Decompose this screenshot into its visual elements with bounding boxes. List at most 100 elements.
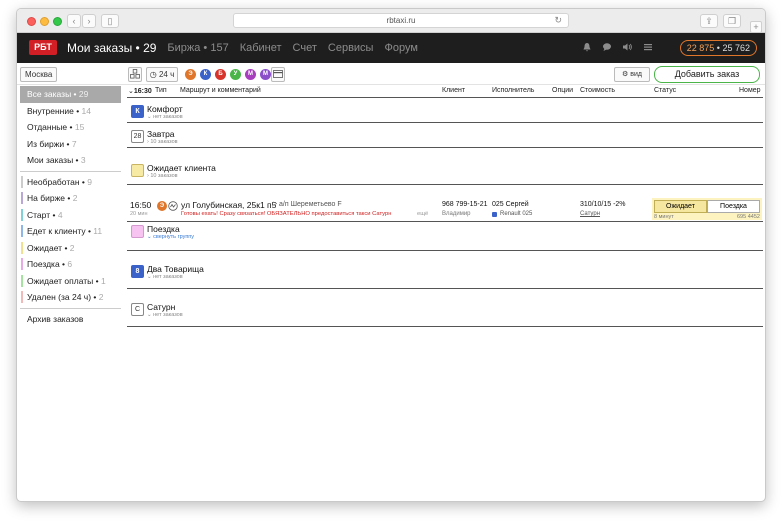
group-title[interactable]: Два Товарища	[147, 264, 204, 274]
route-main[interactable]: ул Голубинская, 25к1 п5	[181, 200, 276, 210]
comment-more-link[interactable]: ещё	[417, 211, 428, 217]
sidebar-item[interactable]: Внутренние • 14	[17, 103, 124, 120]
main-nav: Мои заказы • 29 Биржа • 157 Кабинет Счет Сер…	[67, 33, 429, 63]
route-icon	[168, 201, 178, 213]
browser-chrome: ‹ › ▯ rbtaxi.ru ↻ ⇪ ❐ +	[17, 9, 765, 33]
sidebar-item[interactable]: Удален (за 24 ч) • 2	[17, 289, 124, 306]
tariff-filter-1[interactable]: К	[200, 69, 211, 80]
status-color-bar	[21, 208, 23, 221]
tariff-filter-2[interactable]: Б	[215, 69, 226, 80]
city-select[interactable]: Москва	[20, 67, 58, 82]
nav-item-5[interactable]: Форум	[384, 42, 417, 54]
url-text: rbtaxi.ru	[386, 16, 416, 25]
card-icon[interactable]	[271, 67, 285, 82]
sidebar-item-label: Ожидает	[27, 242, 63, 253]
reload-icon[interactable]: ↻	[554, 14, 562, 27]
sidebar-item[interactable]: Старт • 4	[17, 207, 124, 224]
group-sub-text: нет заказов	[153, 114, 183, 120]
tariff-filter-0[interactable]: Э	[185, 69, 196, 80]
group-sub-text: свернуть группу	[153, 234, 195, 240]
sidebar-item[interactable]: Из биржи • 7	[17, 136, 124, 153]
cost-column-header: Стоимость	[580, 87, 616, 94]
nav-item-3[interactable]: Счет	[293, 42, 317, 54]
sidebar-item[interactable]: Едет к клиенту • 11	[17, 223, 124, 240]
time-filter-label: 24 ч	[158, 70, 175, 79]
sidebar-item[interactable]: Необработан • 9	[17, 174, 124, 191]
view-settings-button[interactable]: ⚙ вид	[614, 67, 650, 82]
balance-separator: •	[716, 43, 720, 53]
group-order-count: ⌄ нет заказов	[147, 312, 183, 318]
table-header: ⌄16:30 Тип Маршрут и комментарий Клиент …	[127, 86, 763, 98]
sidebar-item-count: 1	[100, 275, 106, 286]
forward-icon[interactable]: ›	[82, 14, 96, 28]
sidebar-item-count: 3	[80, 155, 86, 165]
minimize-window-button[interactable]	[40, 17, 49, 26]
chat-icon[interactable]	[602, 42, 612, 55]
nav-item-1[interactable]: Биржа • 157	[167, 42, 228, 54]
browser-window: ‹ › ▯ rbtaxi.ru ↻ ⇪ ❐ + РБТ Мои заказы •…	[16, 8, 766, 502]
nav-item-2[interactable]: Кабинет	[240, 42, 282, 54]
new-tab-icon[interactable]: +	[750, 21, 762, 33]
group-title[interactable]: Ожидает клиента	[147, 163, 216, 173]
group-title[interactable]: Завтра	[147, 129, 175, 139]
balance-badge[interactable]: 22 875 • 25 762	[679, 40, 757, 56]
group-icon	[131, 225, 144, 238]
group-sub-text: нет заказов	[153, 274, 183, 280]
status-waiting-button[interactable]: Ожидает	[654, 200, 707, 213]
status-color-bar	[21, 192, 23, 204]
sidebar-item[interactable]: Ожидает • 2	[17, 240, 124, 257]
tariff-filter-5[interactable]: М	[260, 69, 271, 80]
orders-table: ⌄16:30 Тип Маршрут и комментарий Клиент …	[127, 86, 763, 327]
share-icon[interactable]: ⇪	[700, 14, 718, 28]
brand-logo[interactable]: РБТ	[29, 40, 57, 55]
status-elapsed: 8 минут	[654, 214, 674, 220]
sidebar-item[interactable]: Все заказы • 29	[20, 86, 121, 103]
tabs-icon[interactable]: ❐	[723, 14, 741, 28]
close-window-button[interactable]	[27, 17, 36, 26]
group-title[interactable]: Комфорт	[147, 104, 183, 114]
order-group[interactable]: К Комфорт ⌄ нет заказов	[127, 98, 763, 123]
nav-item-4[interactable]: Сервисы	[328, 42, 374, 54]
order-group[interactable]: Ожидает клиента › 10 заказов	[127, 148, 763, 185]
tariff-filter-4[interactable]: М	[245, 69, 256, 80]
sidebar-item[interactable]: На бирже • 2	[17, 190, 124, 207]
order-row[interactable]: 16:50 20 мин Э ул Голубинская, 25к1 п5 >…	[127, 196, 763, 222]
sidebar-item[interactable]: Ожидает оплаты • 1	[17, 273, 124, 290]
sidebar-item[interactable]: Мои заказы • 3	[17, 152, 124, 169]
tariff-filter-3[interactable]: У	[230, 69, 241, 80]
sidebar-item[interactable]: Поездка • 6	[17, 256, 124, 273]
zoom-window-button[interactable]	[53, 17, 62, 26]
executor-name[interactable]: 025 Сергей	[492, 201, 529, 208]
status-column-header: Статус	[654, 87, 677, 94]
cost-partner[interactable]: Сатурн	[580, 211, 600, 217]
sidebar-item-count: 4	[57, 209, 63, 220]
time-filter-button[interactable]: ◷ 24 ч	[146, 67, 178, 82]
time-column-header[interactable]: ⌄16:30	[128, 87, 152, 95]
group-view-icon[interactable]	[128, 67, 142, 82]
sidebar-item-count: 7	[71, 138, 77, 149]
sound-icon[interactable]	[622, 42, 633, 55]
order-group[interactable]: С Сатурн ⌄ нет заказов	[127, 289, 763, 327]
collapse-group-link[interactable]: ⌄ свернуть группу	[147, 234, 194, 240]
menu-icon[interactable]	[643, 42, 653, 55]
address-bar[interactable]: rbtaxi.ru ↻	[233, 13, 569, 28]
number-column-header: Номер	[739, 87, 761, 94]
order-group[interactable]: 28 Завтра › 10 заказов	[127, 123, 763, 148]
order-group[interactable]: 8 Два Товарища ⌄ нет заказов	[127, 251, 763, 289]
sidebar-toggle-icon[interactable]: ▯	[101, 14, 119, 28]
sidebar-item[interactable]: Отданные • 15	[17, 119, 124, 136]
group-title[interactable]: Поездка	[147, 224, 180, 234]
type-column-header: Тип	[155, 87, 167, 94]
status-color-bar	[21, 225, 23, 237]
group-order-count: ⌄ нет заказов	[147, 114, 183, 120]
add-order-button[interactable]: Добавить заказ	[654, 66, 760, 83]
client-phone[interactable]: 968 799-15-21	[442, 201, 488, 208]
group-title[interactable]: Сатурн	[147, 302, 175, 312]
status-ride-button[interactable]: Поездка	[707, 200, 760, 213]
sidebar-divider	[20, 307, 121, 309]
bell-icon[interactable]	[582, 42, 592, 55]
nav-item-0[interactable]: Мои заказы • 29	[67, 41, 156, 55]
sidebar-item[interactable]: Архив заказов	[17, 311, 124, 328]
back-icon[interactable]: ‹	[67, 14, 81, 28]
status-color-bar	[21, 291, 23, 303]
